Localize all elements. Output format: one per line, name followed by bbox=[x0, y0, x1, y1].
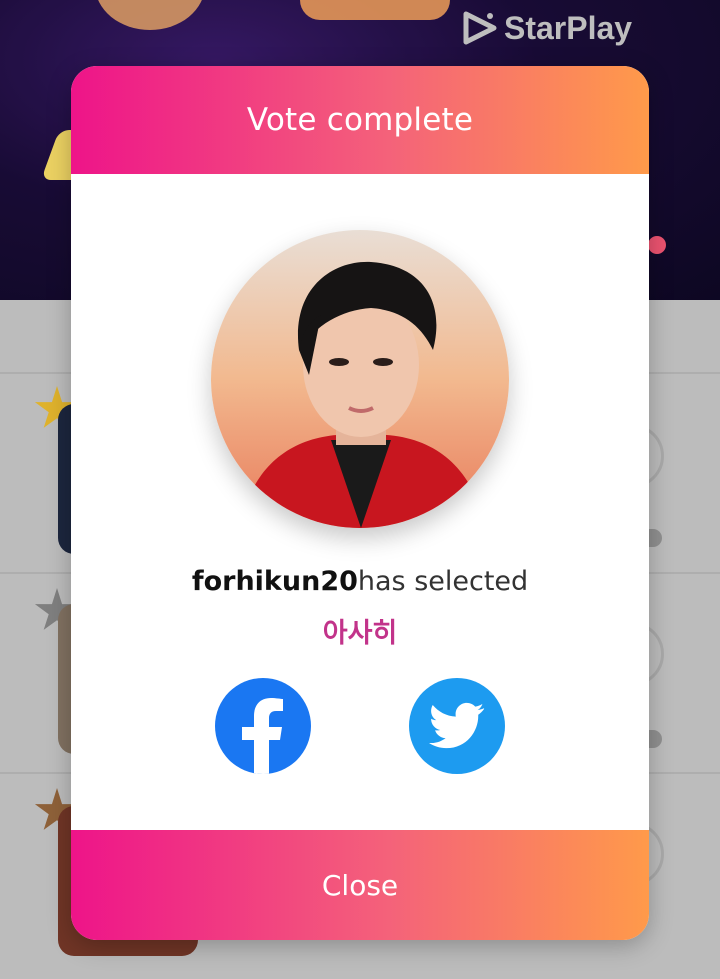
vote-complete-dialog: Vote complete forhikun20has selected 아사히… bbox=[71, 66, 649, 940]
candidate-name: 아사히 bbox=[322, 618, 398, 649]
vote-summary: forhikun20has selected bbox=[71, 566, 649, 597]
facebook-icon bbox=[242, 698, 283, 774]
dialog-header: Vote complete bbox=[71, 66, 649, 174]
candidate-photo bbox=[211, 230, 509, 528]
twitter-share-button[interactable] bbox=[409, 678, 505, 774]
twitter-icon bbox=[429, 702, 485, 749]
dialog-title: Vote complete bbox=[246, 102, 474, 138]
candidate-avatar bbox=[211, 230, 509, 528]
voter-username: forhikun20 bbox=[191, 566, 358, 597]
close-button[interactable]: Close bbox=[71, 830, 649, 940]
close-label: Close bbox=[321, 868, 399, 902]
facebook-share-button[interactable] bbox=[215, 678, 311, 774]
selected-text: has selected bbox=[357, 566, 529, 597]
